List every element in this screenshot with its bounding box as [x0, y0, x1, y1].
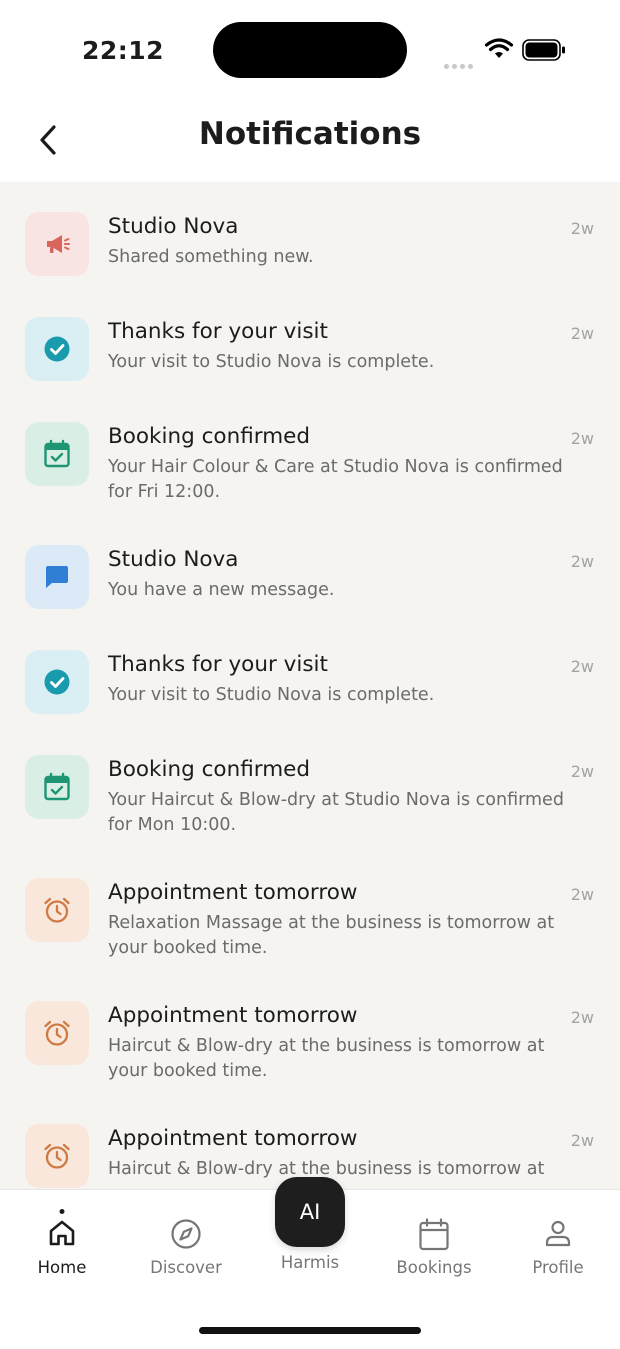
compass-icon: [171, 1219, 201, 1249]
ai-assistant-button[interactable]: AI: [275, 1177, 345, 1247]
alarm-clock-icon: [42, 1141, 72, 1171]
dynamic-island: [213, 22, 407, 78]
notification-time: 2w: [570, 657, 594, 676]
notification-time: 2w: [570, 324, 594, 343]
check-circle-icon: [43, 668, 71, 696]
notification-body: Shared something new.: [108, 247, 314, 267]
notification-item[interactable]: Studio Nova Shared something new. 2w: [0, 212, 620, 317]
notification-item[interactable]: Booking confirmed Your Hair Colour & Care…: [0, 422, 620, 545]
tab-bookings-label: Bookings: [396, 1258, 472, 1277]
notification-body: Your visit to Studio Nova is complete.: [108, 352, 435, 372]
ai-assistant-label: Harmis: [280, 1253, 340, 1272]
check-circle-icon: [43, 335, 71, 363]
alarm-clock-icon: [42, 895, 72, 925]
notification-time: 2w: [570, 762, 594, 781]
notification-item[interactable]: Appointment tomorrow Haircut & Blow-dry a…: [0, 1001, 620, 1124]
notification-time: 2w: [570, 429, 594, 448]
notification-body: Haircut & Blow-dry at the business is to…: [108, 1159, 545, 1179]
notification-item[interactable]: Studio Nova You have a new message. 2w: [0, 545, 620, 650]
notification-icon-tile: [25, 212, 89, 276]
notification-title: Thanks for your visit: [108, 319, 328, 344]
notification-icon-tile: [25, 1001, 89, 1065]
alarm-clock-icon: [42, 1018, 72, 1048]
notification-icon-tile: [25, 317, 89, 381]
notification-icon-tile: [25, 755, 89, 819]
cellular-signal-icon: [444, 54, 476, 73]
notification-body: Haircut & Blow-dry at the business is to…: [108, 1036, 545, 1081]
notification-icon-tile: [25, 878, 89, 942]
home-indicator: [199, 1327, 421, 1334]
notification-title: Studio Nova: [108, 547, 239, 572]
tab-bookings[interactable]: Bookings: [372, 1190, 496, 1290]
page-title: Notifications: [198, 116, 422, 152]
notification-title: Studio Nova: [108, 214, 239, 239]
notification-title: Appointment tomorrow: [108, 1126, 358, 1151]
notification-time: 2w: [570, 1131, 594, 1150]
notification-item[interactable]: Appointment tomorrow Relaxation Massage a…: [0, 878, 620, 1001]
active-tab-indicator: [59, 1209, 65, 1214]
notification-title: Appointment tomorrow: [108, 880, 358, 905]
status-time: 22:12: [82, 36, 165, 65]
notification-item[interactable]: Booking confirmed Your Haircut & Blow-dry…: [0, 755, 620, 878]
tab-bar: Home Discover AI Harmis Bookings Profile: [0, 1177, 620, 1349]
notification-title: Booking confirmed: [108, 424, 311, 449]
tab-discover[interactable]: Discover: [124, 1190, 248, 1290]
notification-list[interactable]: Studio Nova Shared something new. 2w Thanks…: [0, 182, 620, 1189]
notification-body: Your visit to Studio Nova is complete.: [108, 685, 435, 705]
notification-item[interactable]: Thanks for your visit Your visit to Studi…: [0, 650, 620, 755]
home-icon: [49, 1220, 75, 1246]
notification-icon-tile: [25, 650, 89, 714]
status-bar: 22:12: [0, 0, 620, 100]
notification-body: Your Haircut & Blow-dry at Studio Nova i…: [108, 790, 564, 835]
notification-icon-tile: [25, 1124, 89, 1188]
notification-body: Your Hair Colour & Care at Studio Nova i…: [108, 457, 563, 502]
tab-profile-label: Profile: [532, 1258, 584, 1277]
notification-title: Appointment tomorrow: [108, 1003, 358, 1028]
notification-body: Relaxation Massage at the business is to…: [108, 913, 555, 958]
chat-bubble-icon: [43, 563, 71, 591]
notification-item[interactable]: Thanks for your visit Your visit to Studi…: [0, 317, 620, 422]
calendar-check-icon: [43, 439, 71, 469]
header: Notifications: [0, 100, 620, 182]
tab-discover-label: Discover: [150, 1258, 222, 1277]
tab-home-label: Home: [37, 1258, 87, 1277]
calendar-icon: [419, 1218, 449, 1251]
notification-time: 2w: [570, 552, 594, 571]
notification-title: Thanks for your visit: [108, 652, 328, 677]
wifi-icon: [484, 38, 514, 58]
notification-time: 2w: [570, 219, 594, 238]
user-icon: [545, 1220, 571, 1247]
notification-time: 2w: [570, 1008, 594, 1027]
notification-icon-tile: [25, 422, 89, 486]
calendar-check-icon: [43, 772, 71, 802]
notification-icon-tile: [25, 545, 89, 609]
notification-title: Booking confirmed: [108, 757, 311, 782]
notification-time: 2w: [570, 885, 594, 904]
megaphone-icon: [43, 230, 71, 258]
tab-home[interactable]: Home: [0, 1190, 124, 1290]
notification-body: You have a new message.: [108, 580, 335, 600]
tab-profile[interactable]: Profile: [496, 1190, 620, 1290]
battery-icon: [522, 39, 565, 61]
